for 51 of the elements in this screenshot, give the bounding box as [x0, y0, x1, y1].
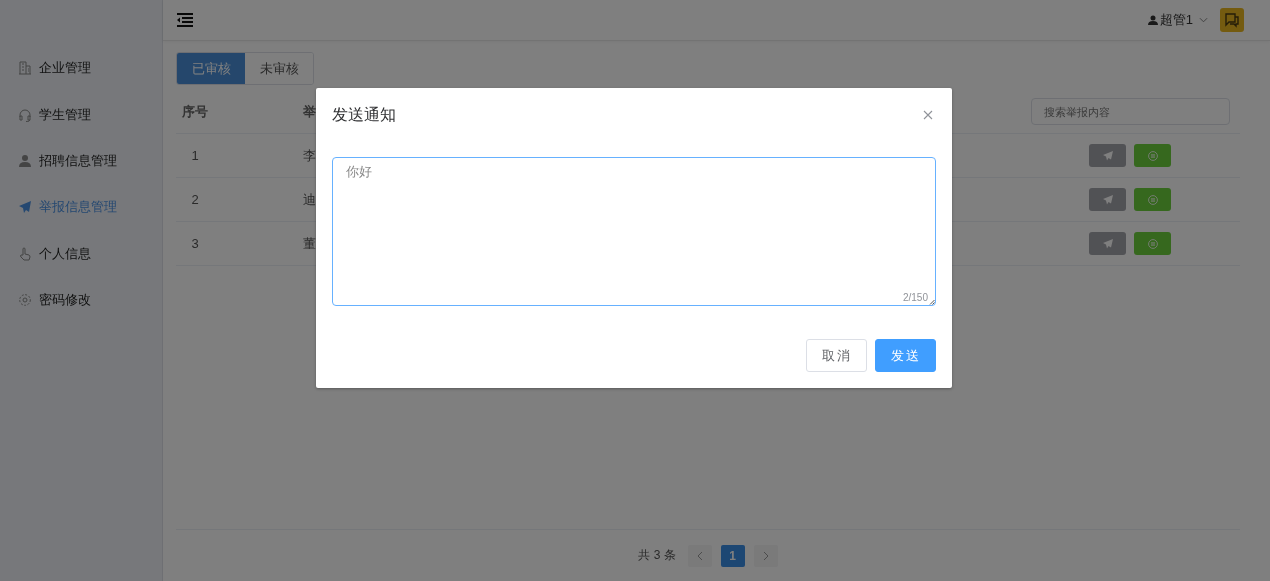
table-cell: 迪 [302, 191, 316, 207]
caret-icon [1199, 17, 1208, 23]
paper-plane-icon [1102, 194, 1113, 205]
cancel-button[interactable]: 取消 [806, 339, 867, 372]
sidebar-item[interactable]: 招聘信息管理 [0, 137, 162, 185]
table-cell-text: 2 [190, 192, 200, 207]
send-button[interactable] [1089, 232, 1126, 255]
next-page-button[interactable] [753, 544, 778, 567]
paper-plane-icon [1102, 150, 1113, 161]
character-counter: 2/150 [902, 292, 928, 303]
details-button[interactable] [1134, 144, 1171, 167]
list-circle-icon [1147, 150, 1158, 161]
paper-plane-icon [1102, 238, 1113, 249]
send-button[interactable] [1089, 144, 1126, 167]
menu-icon[interactable] [177, 13, 193, 27]
previous-page-button[interactable] [687, 544, 712, 567]
sidebar-item[interactable]: 学生管理 [0, 91, 162, 138]
sidebar-item[interactable]: 举报信息管理 [0, 184, 162, 231]
details-button[interactable] [1134, 232, 1171, 255]
search-field[interactable]: 搜索举报内容 [1030, 98, 1230, 125]
headset-icon [18, 107, 32, 122]
list-circle-icon [1147, 238, 1158, 249]
avatar-icon[interactable] [1220, 8, 1244, 32]
send-button[interactable]: 发送 [875, 339, 936, 372]
building-icon [18, 61, 32, 76]
list-circle-icon [1147, 194, 1158, 205]
chevron-left-icon [696, 550, 703, 561]
sidebar-item[interactable]: 企业管理 [0, 45, 162, 92]
sidebar-item[interactable]: 密码修改 [0, 276, 162, 324]
page-button[interactable]: 1 [720, 544, 745, 567]
dialog-title: 发送通知 [332, 104, 396, 125]
send-button[interactable] [1089, 188, 1126, 211]
tab[interactable]: 已审核 [177, 53, 245, 84]
chevron-right-icon [762, 550, 769, 561]
person-icon [1147, 15, 1158, 25]
total-count: 共 3 条 [638, 547, 676, 564]
close-icon[interactable] [923, 110, 933, 120]
resize-handle-icon[interactable] [929, 299, 935, 305]
paper-plane-icon [18, 200, 32, 215]
user-menu[interactable]: 超管1 [1147, 11, 1208, 29]
column-header: 序号 [181, 102, 209, 121]
details-button[interactable] [1134, 188, 1171, 211]
table-cell: 董 [302, 235, 316, 251]
table-cell-text: 1 [190, 148, 200, 163]
hand-pointer-icon [18, 246, 32, 261]
table-cell: 李 [302, 147, 316, 163]
sidebar-item[interactable]: 个人信息 [0, 230, 162, 277]
table-cell-text: 3 [190, 236, 200, 251]
column-header: 举 [302, 103, 316, 119]
person-icon [18, 153, 32, 168]
gear-icon [18, 293, 32, 308]
